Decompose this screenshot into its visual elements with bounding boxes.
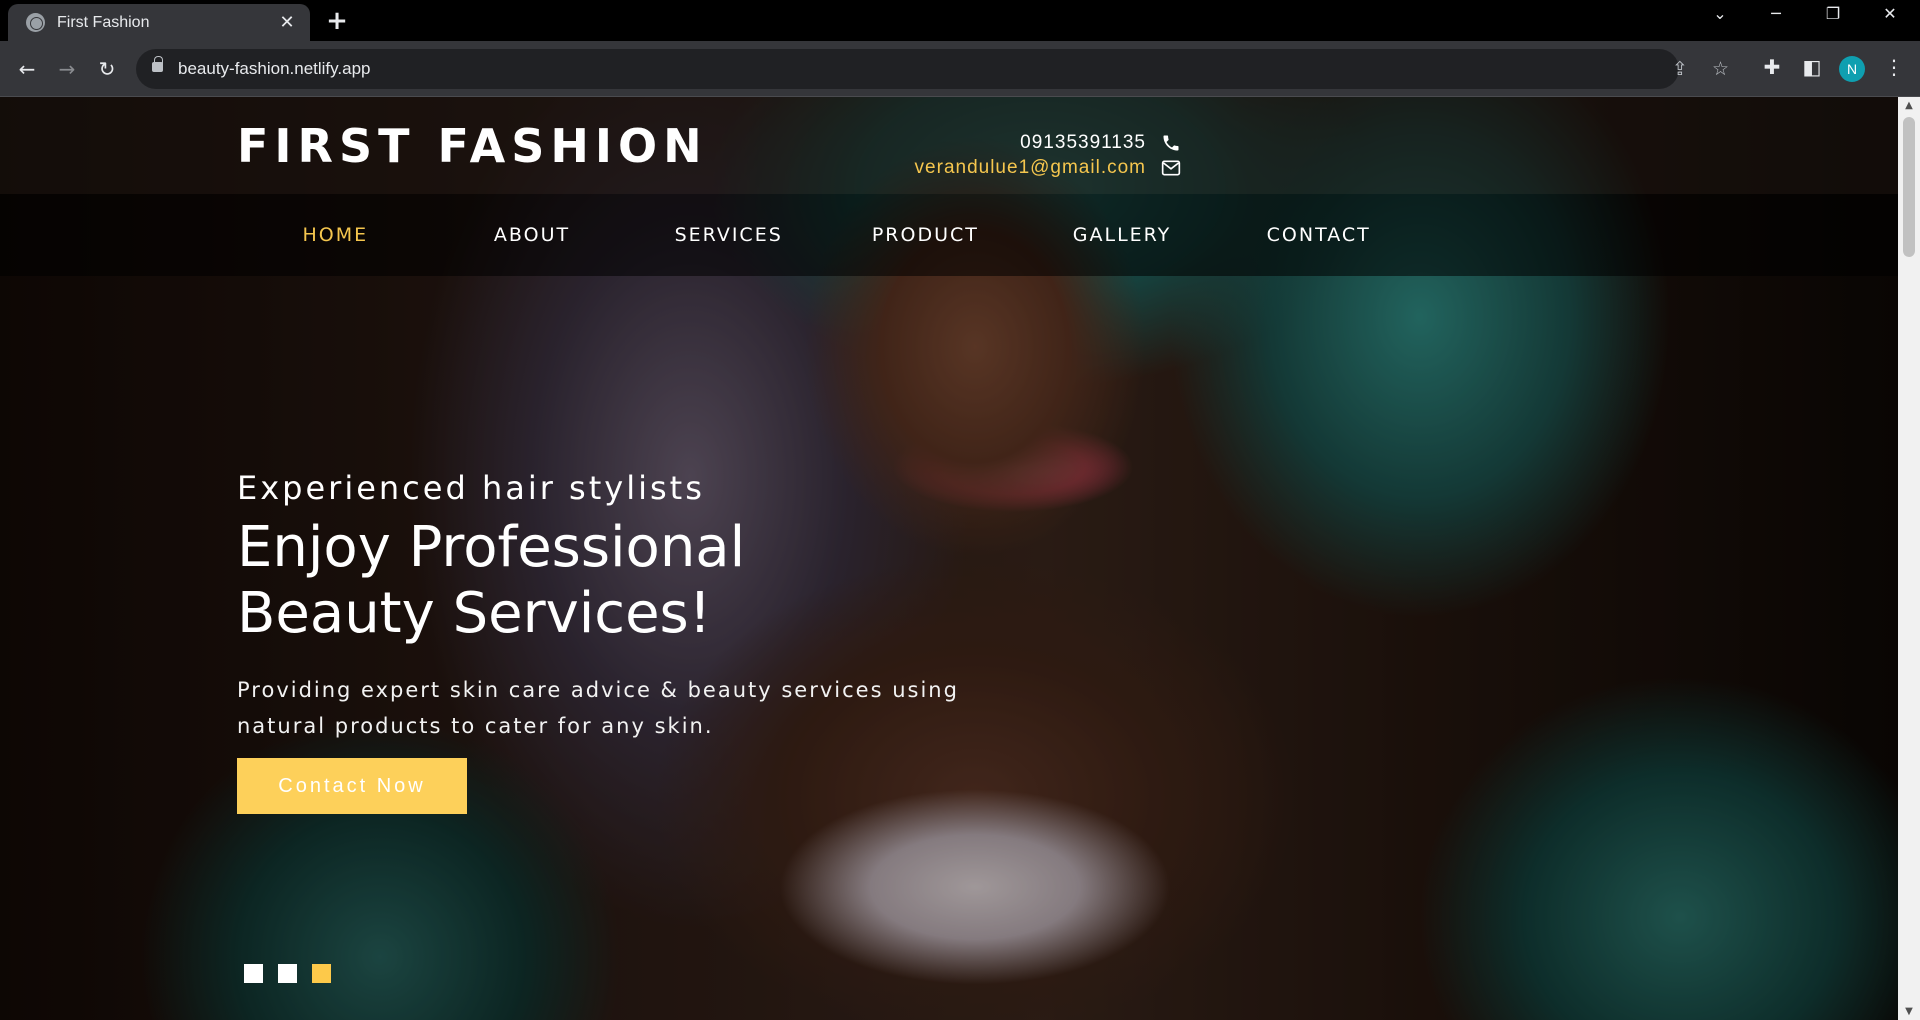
hero-description: Providing expert skin care advice & beau… (237, 678, 959, 738)
email-address[interactable]: verandulue1@gmail.com (915, 157, 1146, 179)
new-tab-button[interactable]: + (323, 6, 351, 36)
side-panel-icon[interactable]: ◧ (1798, 55, 1826, 79)
restore-icon[interactable]: ❐ (1813, 4, 1853, 23)
browser-tab[interactable]: First Fashion ✕ (8, 4, 310, 41)
site-header: FIRST FASHION 09135391135 verandulue1@gm… (0, 97, 1898, 194)
slider-dot-1[interactable] (244, 964, 263, 983)
share-icon[interactable]: ⇪ (1672, 58, 1688, 80)
scroll-thumb[interactable] (1903, 117, 1915, 257)
address-bar[interactable]: beauty-fashion.netlify.app ⇪ ☆ (136, 49, 1729, 89)
minimize-icon[interactable]: ─ (1756, 4, 1796, 23)
nav-product[interactable]: PRODUCT (827, 224, 1024, 246)
tab-title: First Fashion (57, 13, 150, 31)
scroll-down-icon[interactable]: ▼ (1898, 1006, 1920, 1017)
tab-search-icon[interactable]: ⌄ (1700, 4, 1740, 23)
globe-icon (26, 13, 45, 32)
close-tab-icon[interactable]: ✕ (276, 12, 298, 33)
nav-about[interactable]: ABOUT (434, 224, 631, 246)
slider-indicators (244, 964, 331, 983)
envelope-icon (1161, 160, 1181, 176)
contact-now-button[interactable]: Contact Now (237, 758, 467, 814)
url-text[interactable]: beauty-fashion.netlify.app (178, 59, 370, 79)
page-scrollbar[interactable]: ▲ ▼ (1898, 97, 1920, 1020)
profile-avatar[interactable]: N (1839, 56, 1865, 82)
phone-contact[interactable]: 09135391135 (1020, 132, 1182, 154)
browser-toolbar: ← → ↻ beauty-fashion.netlify.app ⇪ ☆ ✚ ◧… (0, 41, 1920, 97)
nav-links: HOME ABOUT SERVICES PRODUCT GALLERY CONT… (237, 194, 1417, 276)
lock-icon[interactable] (152, 56, 163, 72)
bookmark-star-icon[interactable]: ☆ (1712, 58, 1729, 80)
email-contact[interactable]: verandulue1@gmail.com (915, 157, 1182, 179)
hero-kicker: Experienced hair stylists (237, 469, 705, 507)
nav-home[interactable]: HOME (237, 224, 434, 246)
reload-icon[interactable]: ↻ (93, 55, 121, 83)
hero-headline: Enjoy Professional Beauty Services! (237, 515, 745, 647)
browser-tab-bar: First Fashion ✕ + ⌄ ─ ❐ ✕ (0, 0, 1920, 41)
nav-gallery[interactable]: GALLERY (1024, 224, 1221, 246)
phone-icon (1163, 135, 1179, 151)
nav-services[interactable]: SERVICES (630, 224, 827, 246)
site-logo[interactable]: FIRST FASHION (237, 119, 708, 173)
more-menu-icon[interactable]: ⋮ (1880, 55, 1908, 79)
forward-arrow-icon[interactable]: → (53, 55, 81, 83)
extensions-puzzle-icon[interactable]: ✚ (1758, 55, 1786, 79)
slider-dot-3[interactable] (312, 964, 331, 983)
scroll-up-icon[interactable]: ▲ (1898, 100, 1920, 111)
slider-dot-2[interactable] (278, 964, 297, 983)
back-arrow-icon[interactable]: ← (13, 55, 41, 83)
page-viewport: FIRST FASHION 09135391135 verandulue1@gm… (0, 97, 1898, 1020)
hero-headline-line2: Beauty Services! (237, 581, 712, 646)
phone-number[interactable]: 09135391135 (1020, 132, 1146, 154)
main-navigation: HOME ABOUT SERVICES PRODUCT GALLERY CONT… (0, 194, 1898, 276)
hero-headline-line1: Enjoy Professional (237, 515, 746, 580)
nav-contact[interactable]: CONTACT (1220, 224, 1417, 246)
close-window-icon[interactable]: ✕ (1870, 4, 1910, 23)
